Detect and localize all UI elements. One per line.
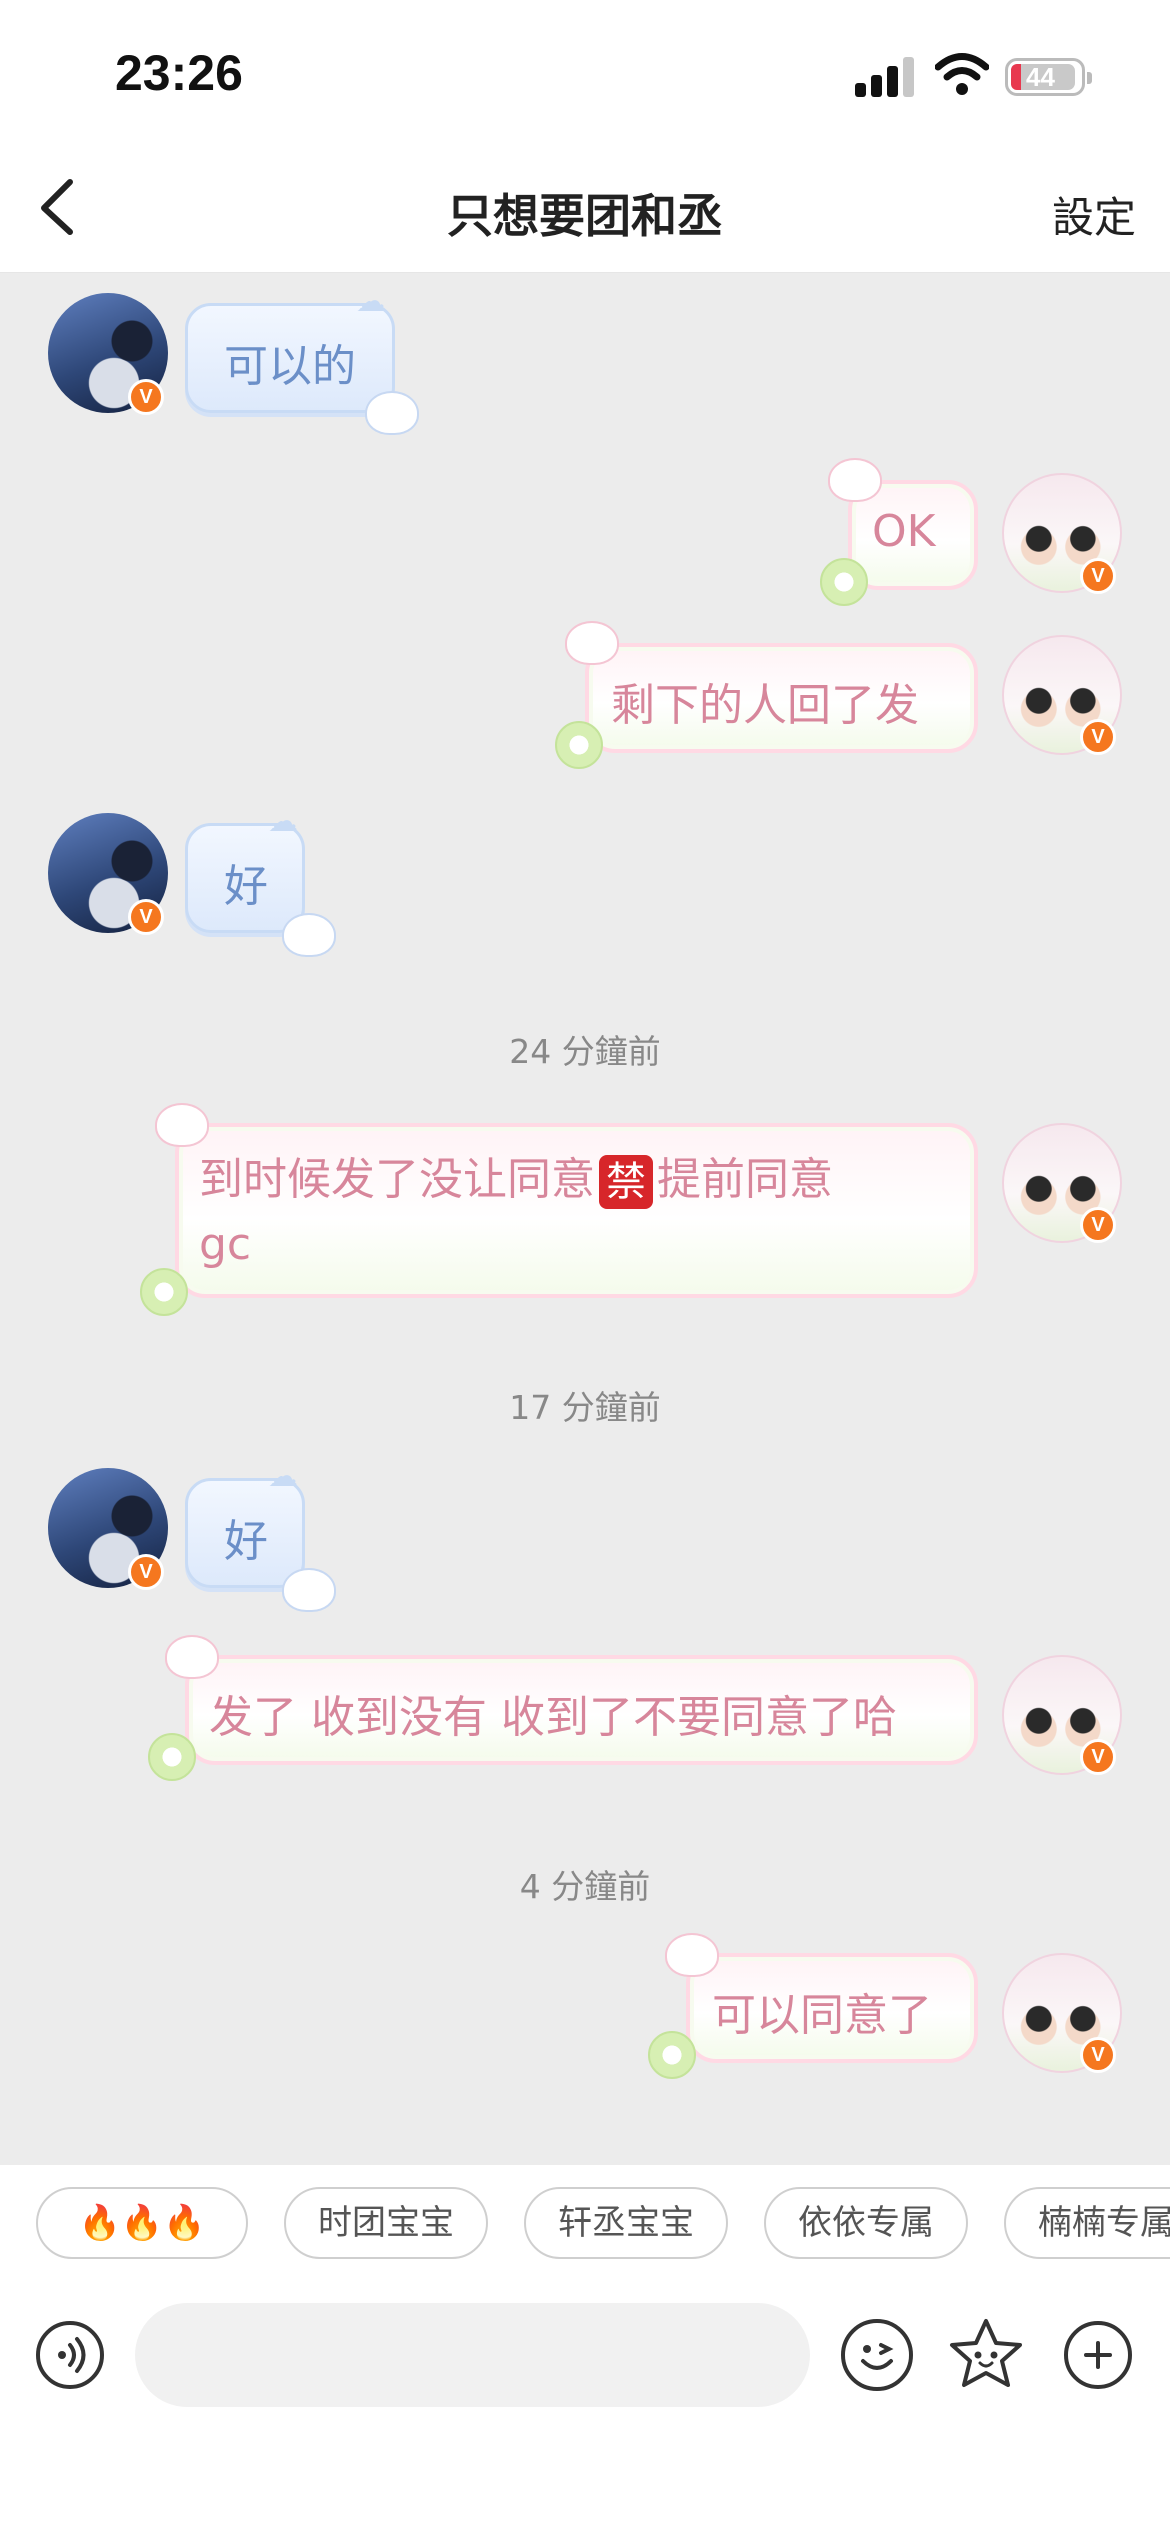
quick-tag[interactable]: 轩丞宝宝 bbox=[524, 2187, 728, 2259]
message-text: gc bbox=[199, 1219, 252, 1270]
timestamp: 4 分鐘前 bbox=[519, 1867, 651, 1906]
message-row-incoming: V 可以的 ☁ bbox=[0, 287, 1170, 443]
message-text: 可以的 bbox=[224, 341, 356, 392]
chat-title: 只想要团和丞 bbox=[447, 189, 723, 243]
cloud-decoration: ☁ bbox=[268, 1459, 298, 1494]
emoji-icon[interactable] bbox=[841, 2319, 913, 2391]
message-text: 发了 收到没有 收到了不要同意了哈 bbox=[209, 1692, 897, 1743]
message-text: 提前同意 bbox=[657, 1154, 833, 1205]
quick-tag[interactable]: 楠楠专属 bbox=[1004, 2187, 1170, 2259]
cat-decoration bbox=[828, 458, 882, 502]
cat-decoration bbox=[565, 621, 619, 665]
message-bubble[interactable]: 可以同意了 bbox=[686, 1953, 978, 2063]
clover-decoration bbox=[148, 1733, 196, 1781]
message-row-outgoing: V 可以同意了 bbox=[0, 1933, 1170, 2083]
quick-tag[interactable]: 依依专属 bbox=[764, 2187, 968, 2259]
verified-badge: V bbox=[1080, 1739, 1116, 1775]
message-text: 可以同意了 bbox=[712, 1990, 932, 2041]
verified-badge: V bbox=[128, 899, 164, 935]
battery-level: 44 bbox=[1026, 62, 1055, 92]
wifi-icon bbox=[935, 53, 989, 95]
verified-badge: V bbox=[1080, 1207, 1116, 1243]
cat-decoration bbox=[165, 1635, 219, 1679]
battery-icon: 44 bbox=[1005, 58, 1092, 96]
message-bubble[interactable]: 好 bbox=[185, 823, 305, 933]
message-row-incoming: V 好 ☁ bbox=[0, 1462, 1170, 1618]
cat-decoration bbox=[365, 391, 419, 435]
nav-bar: 只想要团和丞 設定 bbox=[0, 150, 1170, 273]
status-bar: 23:26 44 bbox=[0, 0, 1170, 150]
cat-decoration bbox=[665, 1933, 719, 1977]
message-row-incoming: V 好 ☁ bbox=[0, 807, 1170, 963]
message-text: 好 bbox=[224, 1516, 268, 1567]
clover-decoration bbox=[648, 2031, 696, 2079]
quick-tag[interactable]: 🔥🔥🔥 bbox=[36, 2187, 248, 2259]
input-bar bbox=[0, 2285, 1170, 2532]
message-text: OK bbox=[872, 506, 936, 557]
message-bubble[interactable]: 到时候发了没让同意禁提前同意 gc bbox=[175, 1123, 978, 1298]
settings-button[interactable]: 設定 bbox=[1052, 184, 1136, 245]
timestamp: 17 分鐘前 bbox=[509, 1388, 661, 1427]
cat-decoration bbox=[282, 913, 336, 957]
cat-decoration bbox=[155, 1103, 209, 1147]
cloud-decoration: ☁ bbox=[356, 284, 386, 319]
star-sticker-icon[interactable] bbox=[946, 2315, 1026, 2395]
message-text: 剩下的人回了发 bbox=[611, 680, 919, 731]
message-text: 好 bbox=[224, 861, 268, 912]
verified-badge: V bbox=[1080, 719, 1116, 755]
forbidden-emoji: 禁 bbox=[599, 1155, 653, 1209]
clover-decoration bbox=[820, 558, 868, 606]
verified-badge: V bbox=[1080, 558, 1116, 594]
verified-badge: V bbox=[128, 1554, 164, 1590]
status-time: 23:26 bbox=[115, 45, 243, 101]
clover-decoration bbox=[140, 1268, 188, 1316]
cat-decoration bbox=[282, 1568, 336, 1612]
message-row-outgoing: V 剩下的人回了发 bbox=[0, 621, 1170, 771]
message-input[interactable] bbox=[135, 2303, 810, 2407]
cloud-decoration: ☁ bbox=[268, 804, 298, 839]
quick-tag[interactable]: 时团宝宝 bbox=[284, 2187, 488, 2259]
voice-icon[interactable] bbox=[36, 2321, 104, 2389]
chat-messages[interactable]: V 可以的 ☁ V OK V 剩下的人回了发 V 好 ☁ 24 分鐘前 V 到时… bbox=[0, 273, 1170, 2165]
cellular-signal-icon bbox=[855, 55, 915, 97]
message-bubble[interactable]: 发了 收到没有 收到了不要同意了哈 bbox=[185, 1655, 978, 1765]
message-text: 到时候发了没让同意 bbox=[199, 1154, 595, 1205]
plus-icon[interactable] bbox=[1064, 2321, 1132, 2389]
timestamp: 24 分鐘前 bbox=[509, 1032, 661, 1071]
message-row-outgoing: V 到时候发了没让同意禁提前同意 gc bbox=[0, 1103, 1170, 1333]
message-bubble[interactable]: 剩下的人回了发 bbox=[585, 643, 978, 753]
verified-badge: V bbox=[128, 379, 164, 415]
message-row-outgoing: V 发了 收到没有 收到了不要同意了哈 bbox=[0, 1635, 1170, 1785]
verified-badge: V bbox=[1080, 2037, 1116, 2073]
quick-reply-tags: 🔥🔥🔥 时团宝宝 轩丞宝宝 依依专属 楠楠专属 bbox=[0, 2165, 1170, 2285]
message-row-outgoing: V OK bbox=[0, 458, 1170, 608]
message-bubble[interactable]: 好 bbox=[185, 1478, 305, 1588]
clover-decoration bbox=[555, 721, 603, 769]
message-bubble[interactable]: 可以的 bbox=[185, 303, 395, 413]
